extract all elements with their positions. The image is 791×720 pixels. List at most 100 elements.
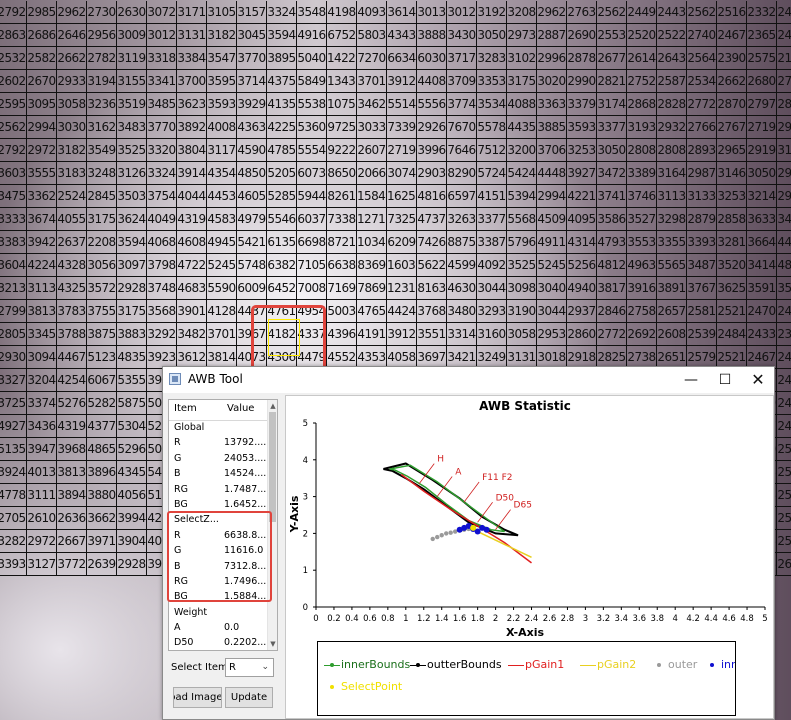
grid-cell: 5944 xyxy=(297,185,327,208)
grid-cell: 7169 xyxy=(327,277,357,300)
grid-cell: 2610 xyxy=(27,507,57,530)
grid-cell: 3927 xyxy=(567,162,597,185)
grid-cell: 2582 xyxy=(27,47,57,70)
scroll-up-icon[interactable]: ▲ xyxy=(269,401,277,411)
legend-item: pGain2 xyxy=(580,658,636,671)
grid-cell: 3040 xyxy=(537,277,567,300)
grid-cell: 5622 xyxy=(417,254,447,277)
grid-cell: 4453 xyxy=(207,185,237,208)
grid-cell: 3127 xyxy=(27,553,57,576)
grid-cell: 2860 xyxy=(567,323,597,346)
table-row[interactable]: RG 1.7487... xyxy=(169,482,267,497)
select-zone-highlight xyxy=(167,511,272,602)
y-tick-label: 1 xyxy=(303,566,308,576)
table-row[interactable]: B 14524.... xyxy=(169,466,267,481)
grid-cell: 4095 xyxy=(567,208,597,231)
grid-cell: 3714 xyxy=(237,70,267,93)
close-button[interactable]: ✕ xyxy=(741,367,775,393)
grid-cell: 4927 xyxy=(0,415,27,438)
grid-cell: 4128 xyxy=(207,300,237,323)
grid-cell: 2608 xyxy=(657,323,687,346)
grid-cell: 2564 xyxy=(687,47,717,70)
grid-cell: 4396 xyxy=(327,323,357,346)
window-title: AWB Tool xyxy=(188,372,243,386)
table-row[interactable]: Global xyxy=(169,420,267,435)
grid-cell: 7270 xyxy=(357,47,387,70)
grid-cell: 2581 xyxy=(687,300,717,323)
table-row[interactable]: G 24053.... xyxy=(169,451,267,466)
grid-cell: 9725 xyxy=(327,116,357,139)
load-image-button[interactable]: Load Image xyxy=(173,687,222,708)
grid-cell: 3393 xyxy=(0,553,27,576)
update-button[interactable]: Update xyxy=(225,687,273,708)
grid-cell: 6597 xyxy=(447,185,477,208)
grid-cell: 3717 xyxy=(447,47,477,70)
grid-cell: 3327 xyxy=(0,369,27,392)
scroll-down-icon[interactable]: ▼ xyxy=(269,639,277,649)
table-row[interactable]: R 13792.... xyxy=(169,435,267,450)
series-line-pGain2 xyxy=(477,530,532,558)
grid-cell: 3436 xyxy=(27,415,57,438)
grid-cell: 4068 xyxy=(147,231,177,254)
scroll-thumb[interactable] xyxy=(269,412,276,522)
grid-cell: 2965 xyxy=(717,139,747,162)
grid-cell: 3393 xyxy=(687,231,717,254)
x-axis-label: X-Axis xyxy=(506,626,545,639)
grid-cell: 7670 xyxy=(447,116,477,139)
grid-cell: 3282 xyxy=(0,530,27,553)
grid-cell: 3912 xyxy=(387,70,417,93)
table-row[interactable]: Weight xyxy=(169,605,267,620)
grid-cell: 3204 xyxy=(27,369,57,392)
grid-cell: 4013 xyxy=(27,461,57,484)
series-point-outer xyxy=(439,533,444,538)
column-header-value[interactable]: Value xyxy=(227,403,254,414)
grid-cell: 2332 xyxy=(747,1,777,24)
x-tick-label: 0.4 xyxy=(345,614,359,624)
grid-cell: 3593 xyxy=(567,116,597,139)
table-row[interactable]: A 0.0 xyxy=(169,620,267,635)
grid-cell: 2719 xyxy=(387,139,417,162)
grid-cell: 2799 xyxy=(0,300,27,323)
grid-cell: 2772 xyxy=(597,323,627,346)
x-tick-label: 2.6 xyxy=(543,614,557,624)
grid-cell: 2990 xyxy=(567,70,597,93)
table-row[interactable]: D50 0.2202... xyxy=(169,635,267,650)
legend-symbol xyxy=(324,682,340,692)
title-bar[interactable]: AWB Tool — ☐ ✕ xyxy=(163,367,774,393)
grid-cell: 2906 xyxy=(777,116,791,139)
grid-cell: 2562 xyxy=(597,1,627,24)
select-item-dropdown[interactable]: R ⌄ xyxy=(225,658,274,677)
series-point-outer xyxy=(435,534,440,540)
legend-symbol xyxy=(651,660,667,670)
grid-cell: 5394 xyxy=(507,185,537,208)
maximize-button[interactable]: ☐ xyxy=(708,367,742,393)
grid-cell: 5355 xyxy=(117,369,147,392)
grid-cell: 3741 xyxy=(597,185,627,208)
x-tick-label: 3 xyxy=(583,614,588,624)
grid-cell: 2792 xyxy=(0,1,27,24)
grid-cell: 7426 xyxy=(417,231,447,254)
grid-cell: 4375 xyxy=(267,70,297,93)
minimize-button[interactable]: — xyxy=(674,367,708,393)
grid-cell: 3058 xyxy=(57,93,87,116)
grid-cell: 7646 xyxy=(447,139,477,162)
grid-cell: 7869 xyxy=(357,277,387,300)
grid-cell: 12317 xyxy=(387,277,417,300)
grid-cell: 3175 xyxy=(117,300,147,323)
grid-cell: 3483 xyxy=(117,116,147,139)
grid-cell: 3192 xyxy=(477,1,507,24)
grid-cell: 2390 xyxy=(717,47,747,70)
grid-cell: 3111 xyxy=(27,484,57,507)
grid-cell: 2805 xyxy=(0,323,27,346)
grid-cell: 3633 xyxy=(747,208,777,231)
grid-cell: 3113 xyxy=(27,277,57,300)
grid-cell: 3947 xyxy=(27,438,57,461)
grid-cell: 4424 xyxy=(387,300,417,323)
grid-cell: 4448 xyxy=(537,162,567,185)
grid-cell: 4363 xyxy=(237,116,267,139)
grid-cell: 3283 xyxy=(477,47,507,70)
grid-cell: 3472 xyxy=(597,162,627,185)
column-header-item[interactable]: Item xyxy=(174,403,197,414)
grid-cell: 14222 xyxy=(327,47,357,70)
grid-cell: 3175 xyxy=(507,70,537,93)
